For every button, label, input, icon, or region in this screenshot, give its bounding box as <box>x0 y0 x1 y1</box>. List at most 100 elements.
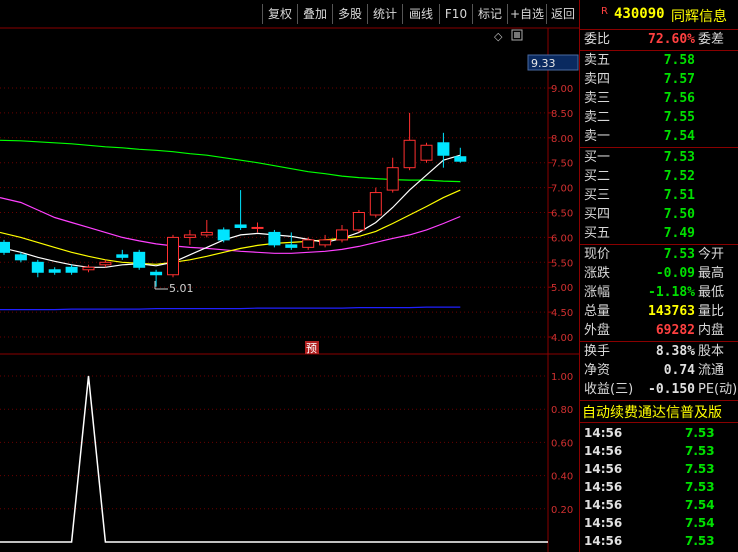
tick-price: 7.53 <box>685 426 715 440</box>
candle-body <box>0 241 10 253</box>
price-tick-label: 5.50 <box>551 258 573 269</box>
candle-body <box>183 234 196 238</box>
buy-level-label: 买二 <box>584 169 611 184</box>
candle-body <box>454 156 467 162</box>
candle-body <box>386 167 399 191</box>
candle-body <box>217 229 230 241</box>
sell-level-value: 7.57 <box>663 72 695 87</box>
sub-tick-label: 0.40 <box>551 472 573 483</box>
candle-body <box>352 212 365 231</box>
tick-price: 7.53 <box>685 462 715 476</box>
price-tick-label: 6.00 <box>551 233 573 244</box>
candle-body <box>150 271 163 276</box>
candles <box>0 112 467 287</box>
candle-body <box>319 239 332 246</box>
candle-body <box>48 269 61 273</box>
stat-row-value: 8.38% <box>655 344 695 359</box>
buy-level: 买四 7.50 <box>580 206 738 224</box>
stats-divider <box>580 341 738 342</box>
axis-top-label: 9.33 <box>531 57 556 70</box>
tick-price: 7.53 <box>685 480 715 494</box>
book-divider <box>580 147 738 148</box>
stat-row-value: 0.74 <box>663 363 695 378</box>
rating-badge: R <box>601 6 608 17</box>
sub-axis-labels: 1.00 0.80 0.60 0.40 0.20 <box>551 372 573 516</box>
price-tick-label: 7.00 <box>551 184 573 195</box>
price-tick-label: 9.00 <box>551 84 573 95</box>
buy-level-value: 7.50 <box>663 207 695 222</box>
quote-row: 涨跌 -0.09 最高 <box>580 265 738 283</box>
stat-row: 收益(三) -0.150 PE(动) <box>580 381 738 399</box>
ma250-line <box>0 306 461 311</box>
tick-time: 14:56 <box>584 444 623 458</box>
tick-time: 14:56 <box>584 426 623 440</box>
ma10-line <box>0 189 461 265</box>
weibi-divider <box>580 50 738 51</box>
sell-level-label: 卖五 <box>584 53 611 68</box>
tick-row: 14:56 7.54 <box>580 496 738 514</box>
quote-panel: R 430090 同辉信息 委比 72.60% 委差 卖五 7.58 卖四 7.57 卖… <box>579 0 738 552</box>
tick-row: 14:56 7.53 <box>580 424 738 442</box>
buy-level: 买五 7.49 <box>580 225 738 243</box>
sell-level-value: 7.56 <box>663 91 695 106</box>
quote-row-value: 7.53 <box>663 247 695 262</box>
candle-body <box>251 226 264 229</box>
price-tick-label: 6.50 <box>551 209 573 220</box>
candle-body <box>302 239 315 248</box>
pre-marker-label: 预 <box>306 342 317 355</box>
price-tick-label: 8.50 <box>551 109 573 120</box>
tick-time: 14:56 <box>584 498 623 512</box>
tick-row: 14:56 7.53 <box>580 478 738 496</box>
stat-row-label2: 股本 <box>698 344 725 359</box>
sell-level-label: 卖四 <box>584 72 611 87</box>
sell-level: 卖四 7.57 <box>580 71 738 89</box>
candle-body <box>369 192 382 216</box>
sub-indicator-line <box>0 375 548 543</box>
tick-time: 14:56 <box>584 534 623 548</box>
stat-row-label2: PE(动) <box>698 382 738 397</box>
diamond-icon[interactable]: ◇ <box>494 30 503 43</box>
candle-body <box>65 266 78 273</box>
quote-row-value: 143763 <box>648 304 695 319</box>
quote-row-label2: 量比 <box>698 304 725 319</box>
tick-row: 14:56 7.53 <box>580 460 738 478</box>
sell-level: 卖一 7.54 <box>580 128 738 146</box>
quote-row-label2: 最高 <box>698 266 725 281</box>
buy-level-value: 7.49 <box>663 226 695 241</box>
quote-row-label2: 最低 <box>698 285 725 300</box>
sell-level: 卖二 7.55 <box>580 109 738 127</box>
buy-level-label: 买四 <box>584 207 611 222</box>
stat-row-value: -0.150 <box>648 382 695 397</box>
notice-divider-top <box>580 400 738 401</box>
low-marker-label: 5.01 <box>169 282 194 295</box>
kline-chart[interactable]: 9.33 ◇ 9.00 8.50 8.00 7.50 7.00 6.50 6.00 5.50 5… <box>0 0 579 552</box>
stat-row-label: 换手 <box>584 344 611 359</box>
quote-row-label2: 今开 <box>698 247 725 262</box>
stat-row: 净资 0.74 流通 <box>580 362 738 380</box>
candle-body <box>285 244 298 248</box>
buy-level-label: 买五 <box>584 226 611 241</box>
buy-level-value: 7.53 <box>663 150 695 165</box>
candle-body <box>14 254 27 261</box>
quote-row: 涨幅 -1.18% 最低 <box>580 284 738 302</box>
sub-tick-label: 0.20 <box>551 505 573 516</box>
price-grid <box>0 87 553 510</box>
buy-level: 买二 7.52 <box>580 168 738 186</box>
notice-divider-bottom <box>580 422 738 423</box>
tick-price: 7.53 <box>685 534 715 548</box>
sell-level-label: 卖三 <box>584 91 611 106</box>
quote-row-label: 涨跌 <box>584 266 611 281</box>
quote-row-value: 69282 <box>655 323 695 338</box>
stat-row-label2: 流通 <box>698 363 725 378</box>
sell-level-label: 卖一 <box>584 129 611 144</box>
renewal-notice-link[interactable]: 自动续费通达信普及版 <box>582 402 738 422</box>
tick-time: 14:56 <box>584 516 623 530</box>
stat-row-label: 净资 <box>584 363 611 378</box>
buy-level-value: 7.51 <box>663 188 695 203</box>
tick-price: 7.54 <box>685 516 715 530</box>
stock-name: 同辉信息 <box>671 9 727 25</box>
price-tick-label: 5.00 <box>551 283 573 294</box>
tick-time: 14:56 <box>584 462 623 476</box>
moving-averages <box>0 139 461 311</box>
sub-indicator <box>0 375 548 543</box>
